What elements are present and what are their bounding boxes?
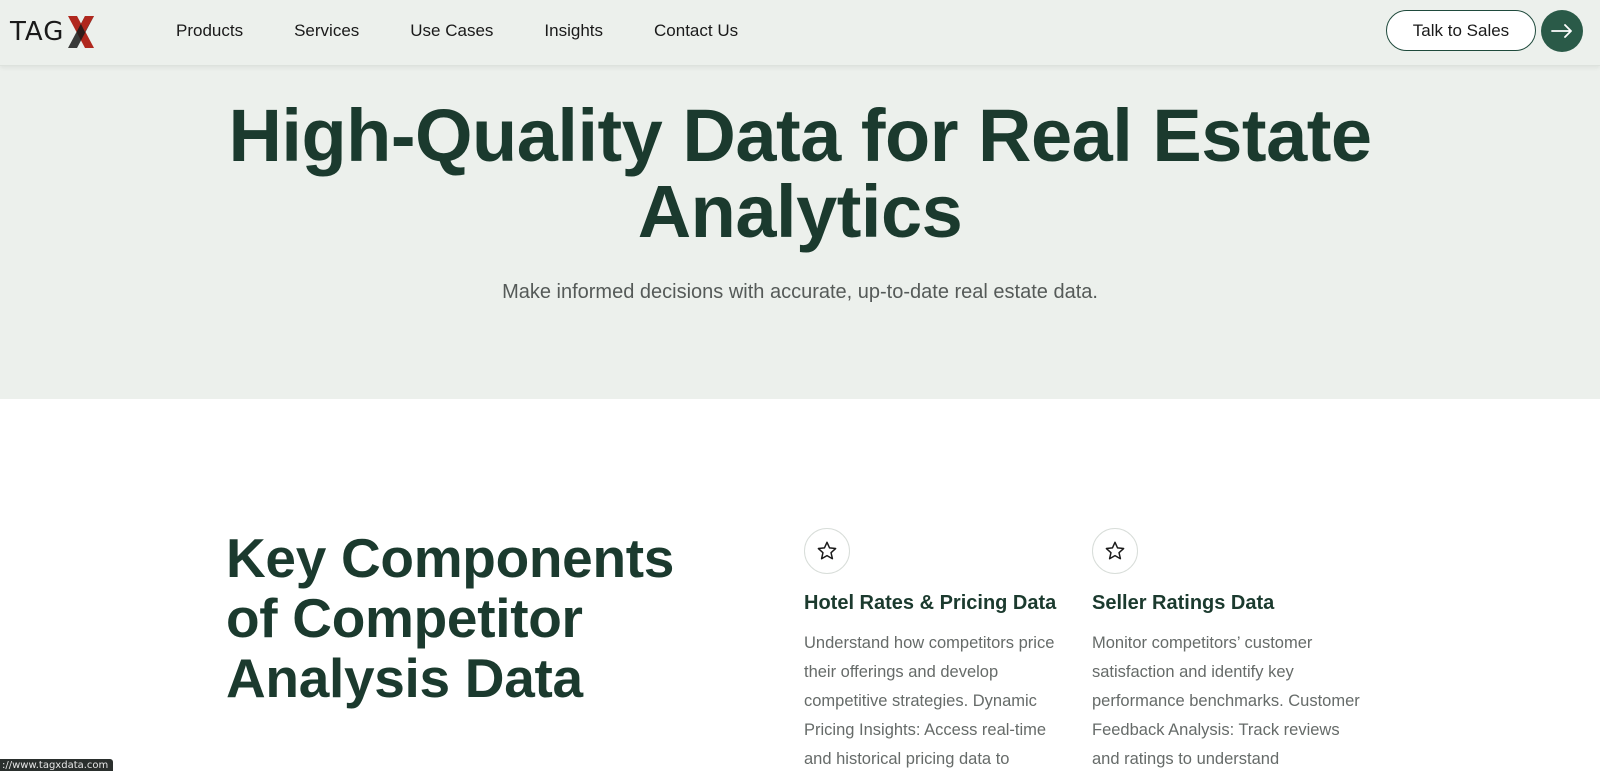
- main-nav: Products Services Use Cases Insights Con…: [176, 0, 789, 62]
- component-card-seller-ratings: Seller Ratings Data Monitor competitors’…: [1092, 528, 1362, 771]
- card-title: Hotel Rates & Pricing Data: [804, 592, 1057, 614]
- hero-subtitle: Make informed decisions with accurate, u…: [502, 281, 1098, 303]
- nav-contact-us[interactable]: Contact Us: [654, 21, 738, 41]
- card-icon-circle: [804, 528, 850, 574]
- card-title: Seller Ratings Data: [1092, 592, 1275, 614]
- status-bar-url: ://www.tagxdata.com: [0, 759, 114, 771]
- card-description: Monitor competitors’ customer satisfacti…: [1092, 634, 1360, 768]
- hero-section: High-Quality Data for Real Estate Analyt…: [0, 66, 1600, 399]
- nav-insights[interactable]: Insights: [544, 21, 603, 41]
- component-card-hotel-rates: Hotel Rates & Pricing Data Understand ho…: [804, 528, 1074, 771]
- logo-x-mark: [68, 16, 95, 48]
- tagx-logo[interactable]: TAG: [10, 12, 96, 52]
- card-icon-circle: [1092, 528, 1138, 574]
- components-section-title: Key Components of Competitor Analysis Da…: [226, 527, 675, 709]
- card-description: Understand how competitors price their o…: [804, 634, 1055, 768]
- nav-services[interactable]: Services: [294, 21, 359, 41]
- logo-wordmark: TAG: [10, 17, 65, 47]
- talk-to-sales-arrow-button[interactable]: [1541, 10, 1583, 52]
- hero-title: High-Quality Data for Real Estate Analyt…: [228, 94, 1372, 253]
- nav-products[interactable]: Products: [176, 21, 243, 41]
- talk-to-sales-button[interactable]: Talk to Sales: [1386, 10, 1536, 51]
- nav-use-cases[interactable]: Use Cases: [410, 21, 493, 41]
- site-header: TAG Products Services Use Cases Insights…: [0, 0, 1600, 66]
- star-icon: [1105, 541, 1125, 560]
- arrow-right-icon: [1551, 24, 1572, 38]
- star-icon: [817, 541, 837, 560]
